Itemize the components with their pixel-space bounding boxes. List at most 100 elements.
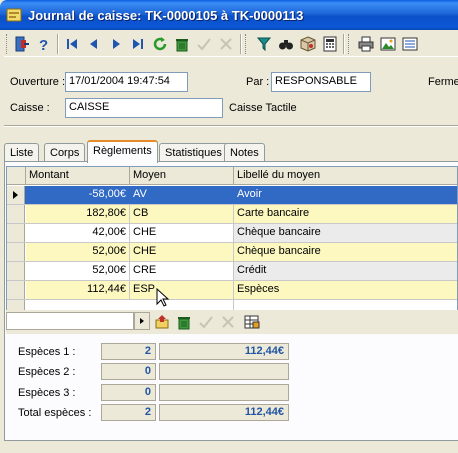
grid-header: Montant Moyen Libellé du moyen [7,167,457,185]
current-row-arrow-icon [13,191,18,199]
title-bar[interactable]: Journal de caisse: TK-0000105 à TK-00001… [0,0,458,30]
cursor-icon [156,288,170,307]
stat-label-especes-2: Espèces 2 : [18,366,76,378]
toolbar-separator [57,34,59,54]
svg-text:?: ? [39,37,48,52]
cell-montant[interactable]: 112,44€ [26,281,130,299]
table-row[interactable]: 52,00€ CHE Chèque bancaire [7,243,457,262]
tab-statistiques[interactable]: Statistiques [159,143,228,162]
cancel-icon[interactable] [216,34,236,54]
tab-liste[interactable]: Liste [4,143,40,162]
window-title: Journal de caisse: TK-0000105 à TK-00001… [28,8,304,23]
horizontal-scrollbar[interactable] [6,312,134,330]
export-icon[interactable] [400,34,420,54]
tab-corps[interactable]: Corps [44,143,86,162]
toolbar-separator [240,34,242,54]
row-indicator [7,186,25,204]
tab-reglements[interactable]: Règlements [87,140,158,163]
header-separator [4,125,458,127]
filter-icon[interactable] [254,34,274,54]
caisse-label: Caisse : [10,102,50,114]
cell-moyen[interactable]: CB [130,205,234,223]
stat-label-especes-3: Espèces 3 : [18,387,76,399]
par-field[interactable]: RESPONSABLE [271,72,371,92]
scroll-right-icon[interactable] [134,312,150,330]
grid-header-libelle[interactable]: Libellé du moyen [234,167,457,185]
tab-notes[interactable]: Notes [224,143,265,162]
caisse-description: Caisse Tactile [229,102,297,114]
grid-navigator [6,310,458,334]
cell-libelle[interactable]: Crédit [234,262,457,280]
image-icon[interactable] [378,34,398,54]
toolbar-separator [343,34,345,54]
refresh-icon[interactable] [150,34,170,54]
calculator-icon[interactable] [320,34,340,54]
stat-amount-especes-1: 112,44€ [159,343,289,360]
stat-count-especes-3: 0 [101,384,156,401]
delete-record-icon[interactable] [174,312,194,332]
table-row[interactable]: 112,44€ ESP Espèces [7,281,457,300]
ferme-label: Ferme [428,76,458,88]
cell-moyen[interactable]: AV [130,186,234,204]
insert-record-icon[interactable] [152,312,172,332]
ouverture-field[interactable]: 17/01/2004 19:47:54 [65,72,188,92]
caisse-field[interactable]: CAISSE [65,98,223,118]
stat-amount-total-especes: 112,44€ [159,404,289,421]
cell-moyen[interactable]: CRE [130,262,234,280]
cell-moyen[interactable]: CHE [130,224,234,242]
cell-libelle[interactable]: Chèque bancaire [234,243,457,261]
cell-moyen[interactable]: ESP [130,281,234,299]
cell-moyen[interactable]: CHE [130,243,234,261]
window: Journal de caisse: TK-0000105 à TK-00001… [0,0,458,453]
table-row[interactable]: 182,80€ CB Carte bancaire [7,205,457,224]
row-indicator [7,243,25,261]
package-icon[interactable] [298,34,318,54]
cell-libelle[interactable]: Espèces [234,281,457,299]
grid-header-indicator [7,167,26,185]
cell-libelle[interactable]: Carte bancaire [234,205,457,223]
help-icon[interactable]: ? [34,34,54,54]
first-icon[interactable] [62,34,82,54]
app-icon [6,8,22,22]
cell-libelle[interactable]: Chèque bancaire [234,224,457,242]
stat-count-total-especes: 2 [101,404,156,421]
stat-amount-especes-2 [159,363,289,380]
stat-count-especes-2: 0 [101,363,156,380]
cell-montant[interactable]: 52,00€ [26,243,130,261]
tab-bar: Liste Corps Règlements Statistiques Note… [4,140,458,163]
table-row[interactable]: -58,00€ AV Avoir [7,186,457,205]
row-indicator [7,281,25,299]
cell-libelle[interactable]: Avoir [234,186,457,204]
post-record-icon[interactable] [196,312,216,332]
stat-amount-especes-3 [159,384,289,401]
cell-montant[interactable]: -58,00€ [26,186,130,204]
stat-label-especes-1: Espèces 1 : [18,346,76,358]
next-icon[interactable] [106,34,126,54]
last-icon[interactable] [128,34,148,54]
row-indicator [7,224,25,242]
grid-settings-icon[interactable] [242,312,262,332]
search-icon[interactable] [276,34,296,54]
toolbar-grip[interactable] [348,34,351,54]
cell-montant[interactable]: 52,00€ [26,262,130,280]
cancel-record-icon[interactable] [218,312,238,332]
grid-header-moyen[interactable]: Moyen [130,167,234,185]
exit-icon[interactable] [12,34,32,54]
delete-icon[interactable] [172,34,192,54]
print-icon[interactable] [356,34,376,54]
validate-icon[interactable] [194,34,214,54]
cell-montant[interactable]: 182,80€ [26,205,130,223]
row-indicator [7,262,25,280]
table-row[interactable]: 52,00€ CRE Crédit [7,262,457,281]
cell-montant[interactable]: 42,00€ [26,224,130,242]
par-label: Par : [246,76,270,88]
payments-grid[interactable]: Montant Moyen Libellé du moyen -58,00€ A… [6,166,458,311]
stat-count-especes-1: 2 [101,343,156,360]
prev-icon[interactable] [84,34,104,54]
table-row[interactable]: 42,00€ CHE Chèque bancaire [7,224,457,243]
toolbar-grip[interactable] [6,34,9,54]
row-indicator [7,205,25,223]
toolbar: ? [4,31,458,57]
toolbar-grip[interactable] [245,34,248,54]
grid-header-montant[interactable]: Montant [26,167,130,185]
